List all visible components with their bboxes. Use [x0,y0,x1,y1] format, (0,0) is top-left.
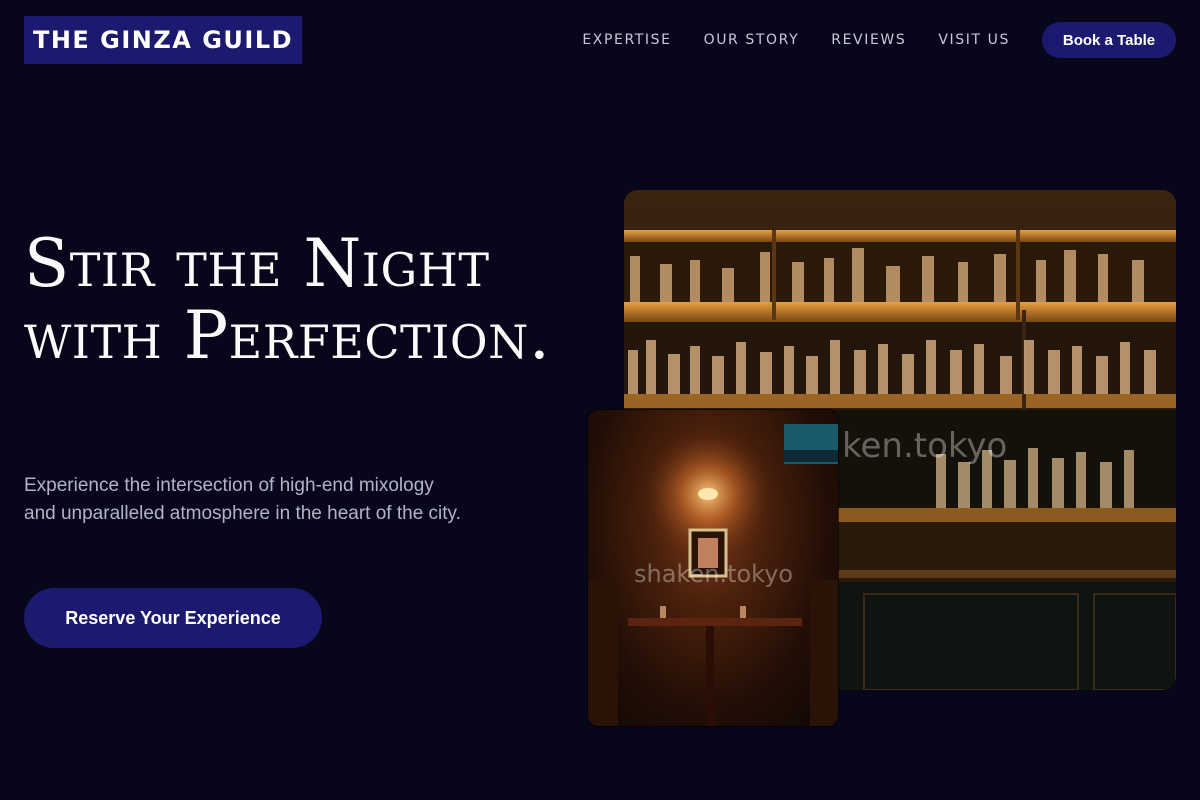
hero-title: Stir the Night with Perfection. [24,225,551,374]
bar-photo-watermark: ken.tokyo [842,426,1008,466]
main-nav: EXPERTISE OUR STORY REVIEWS VISIT US Boo… [582,22,1176,58]
nav-link-expertise[interactable]: EXPERTISE [582,32,671,48]
hero-subtitle: Experience the intersection of high-end … [24,475,461,524]
nav-link-visit-us[interactable]: VISIT US [938,32,1010,48]
booth-photo: shaken.tokyo [588,410,838,726]
booth-photo-watermark: shaken.tokyo [634,560,794,588]
nav-link-our-story[interactable]: OUR STORY [704,32,800,48]
nav-link-reviews[interactable]: REVIEWS [831,32,906,48]
book-table-button[interactable]: Book a Table [1042,22,1176,58]
landing-page: THE GINZA GUILD EXPERTISE OUR STORY REVI… [0,0,1200,800]
brand-logo[interactable]: THE GINZA GUILD [24,16,302,64]
reserve-experience-button[interactable]: Reserve Your Experience [24,588,322,648]
